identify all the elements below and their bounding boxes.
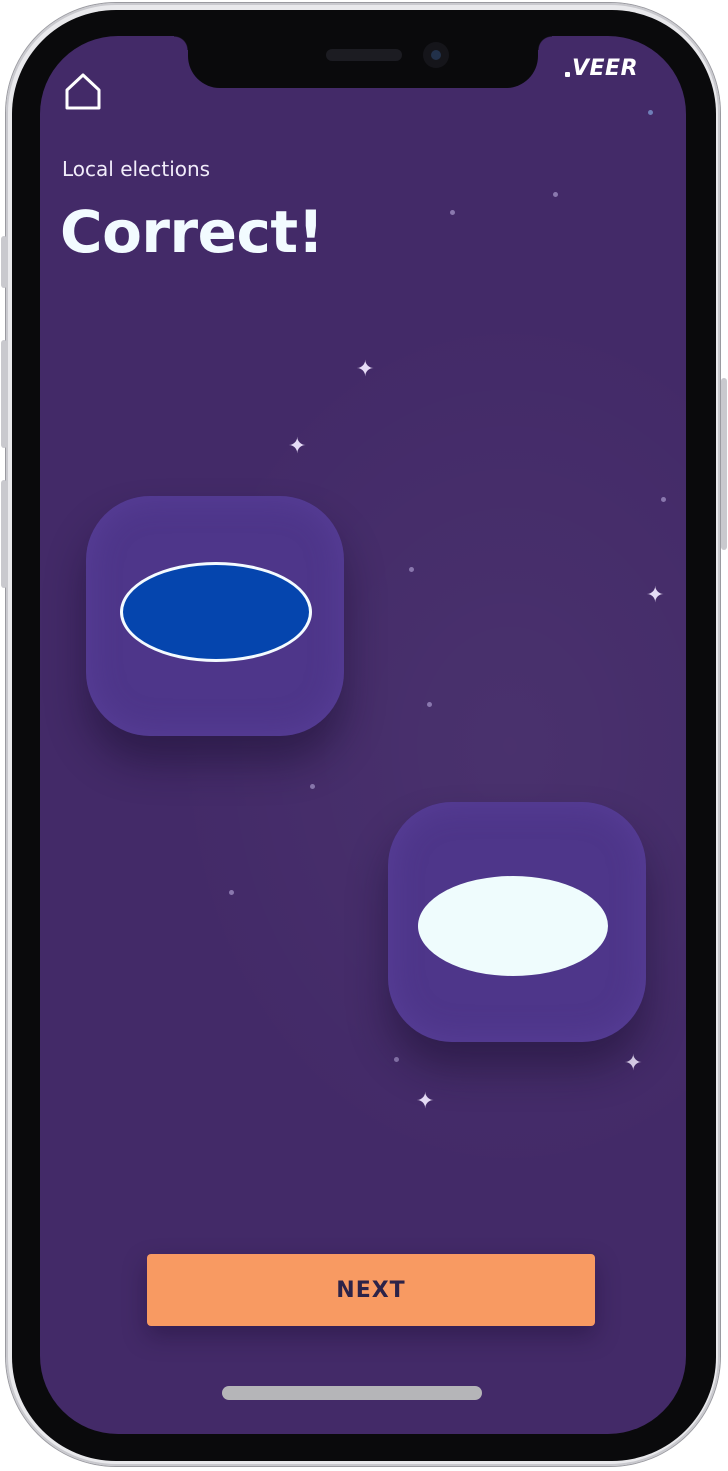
home-button[interactable] — [64, 72, 102, 112]
next-button[interactable]: NEXT — [147, 1254, 595, 1326]
earpiece-speaker — [326, 49, 402, 61]
volume-down-button — [1, 480, 7, 588]
star-dot — [229, 890, 234, 895]
background-glow — [160, 296, 686, 1196]
front-camera — [423, 42, 449, 68]
sparkle-icon: ✦ — [646, 583, 665, 608]
home-icon — [65, 73, 101, 110]
star-dot — [648, 110, 653, 115]
sparkle-icon: ✦ — [624, 1051, 643, 1076]
sparkle-icon: ✦ — [356, 357, 375, 382]
white-oval-shape — [418, 876, 608, 976]
volume-up-button — [1, 340, 7, 448]
power-button — [721, 378, 727, 550]
option-card-blue-oval[interactable] — [86, 496, 344, 736]
page-title: Correct! — [60, 198, 324, 266]
star-dot — [450, 210, 455, 215]
logo-star-icon — [565, 72, 570, 77]
star-dot — [310, 784, 315, 789]
sparkle-icon: ✦ — [288, 434, 307, 459]
brand-logo: VEER — [565, 56, 638, 81]
category-label: Local elections — [62, 157, 211, 181]
star-dot — [661, 497, 666, 502]
star-dot — [409, 567, 414, 572]
star-dot — [553, 192, 558, 197]
screen-notch — [174, 36, 552, 88]
sparkle-icon: ✦ — [416, 1089, 435, 1114]
option-card-white-oval[interactable] — [388, 802, 646, 1042]
star-dot — [427, 702, 432, 707]
blue-oval-shape — [120, 562, 312, 662]
home-indicator[interactable] — [222, 1386, 482, 1400]
logo-text: VEER — [572, 56, 639, 81]
mute-switch — [1, 236, 7, 288]
star-dot — [394, 1057, 399, 1062]
